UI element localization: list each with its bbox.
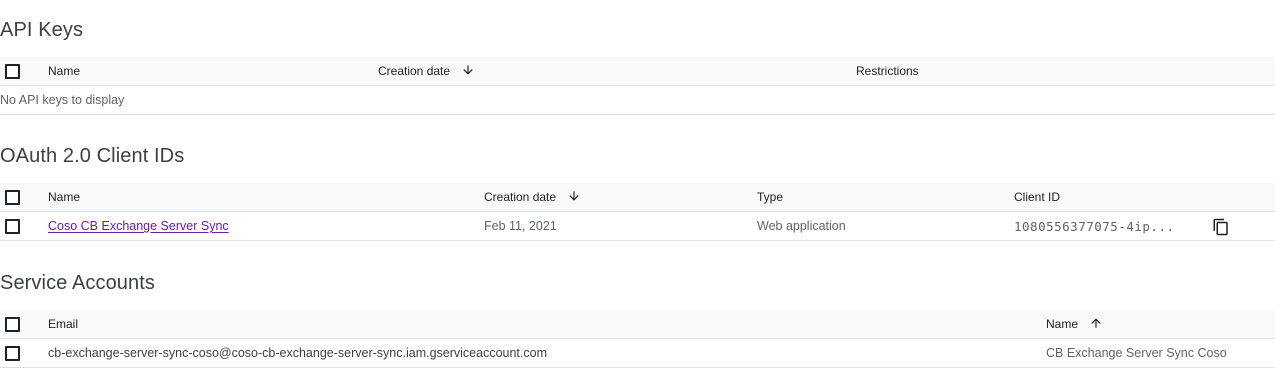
row-checkbox[interactable] [5, 346, 20, 361]
api-keys-col-name[interactable]: Name [48, 57, 80, 86]
api-keys-empty-message: No API keys to display [0, 93, 125, 107]
api-keys-header-row: Name Creation date Restrictions [0, 57, 1275, 86]
arrow-down-icon[interactable] [461, 63, 475, 77]
api-keys-col-creation-date-label: Creation date [378, 64, 451, 78]
table-row: cb-exchange-server-sync-coso@coso-cb-exc… [0, 339, 1275, 368]
oauth-title: OAuth 2.0 Client IDs [0, 145, 185, 167]
oauth-col-creation-date[interactable]: Creation date [484, 183, 581, 212]
table-row: Coso CB Exchange Server Sync Feb 11, 202… [0, 212, 1275, 241]
api-keys-select-all-checkbox[interactable] [5, 64, 20, 79]
oauth-row-client-id: 1080556377075-4ip... [1014, 219, 1175, 234]
oauth-col-type[interactable]: Type [757, 183, 783, 212]
row-checkbox[interactable] [5, 219, 20, 234]
oauth-client-link[interactable]: Coso CB Exchange Server Sync [48, 219, 229, 233]
service-account-email[interactable]: cb-exchange-server-sync-coso@coso-cb-exc… [48, 339, 547, 368]
api-keys-col-restrictions: Restrictions [856, 64, 919, 78]
oauth-row-type: Web application [757, 219, 846, 233]
service-account-name: CB Exchange Server Sync Coso [1046, 346, 1227, 360]
arrow-up-icon[interactable] [1089, 316, 1103, 330]
service-accounts-select-all-checkbox[interactable] [5, 317, 20, 332]
oauth-header-row: Name Creation date Type Client ID [0, 183, 1275, 212]
service-accounts-col-name[interactable]: Name [1046, 310, 1103, 339]
copy-icon[interactable] [1212, 218, 1230, 236]
arrow-down-icon[interactable] [567, 189, 581, 203]
oauth-col-client-id: Client ID [1014, 190, 1061, 204]
oauth-col-name[interactable]: Name [48, 183, 80, 212]
api-keys-col-creation-date[interactable]: Creation date [378, 57, 475, 86]
oauth-select-all-checkbox[interactable] [5, 190, 20, 205]
service-accounts-header-row: Email Name [0, 310, 1275, 339]
api-keys-empty-row: No API keys to display [0, 86, 1275, 115]
oauth-row-name-cell: Coso CB Exchange Server Sync [48, 212, 229, 241]
service-accounts-col-name-label: Name [1046, 317, 1079, 331]
oauth-row-creation-date: Feb 11, 2021 [484, 219, 557, 233]
service-accounts-col-email[interactable]: Email [48, 310, 78, 339]
oauth-col-creation-date-label: Creation date [484, 190, 557, 204]
api-keys-title: API Keys [0, 19, 84, 41]
service-accounts-title: Service Accounts [0, 272, 156, 294]
